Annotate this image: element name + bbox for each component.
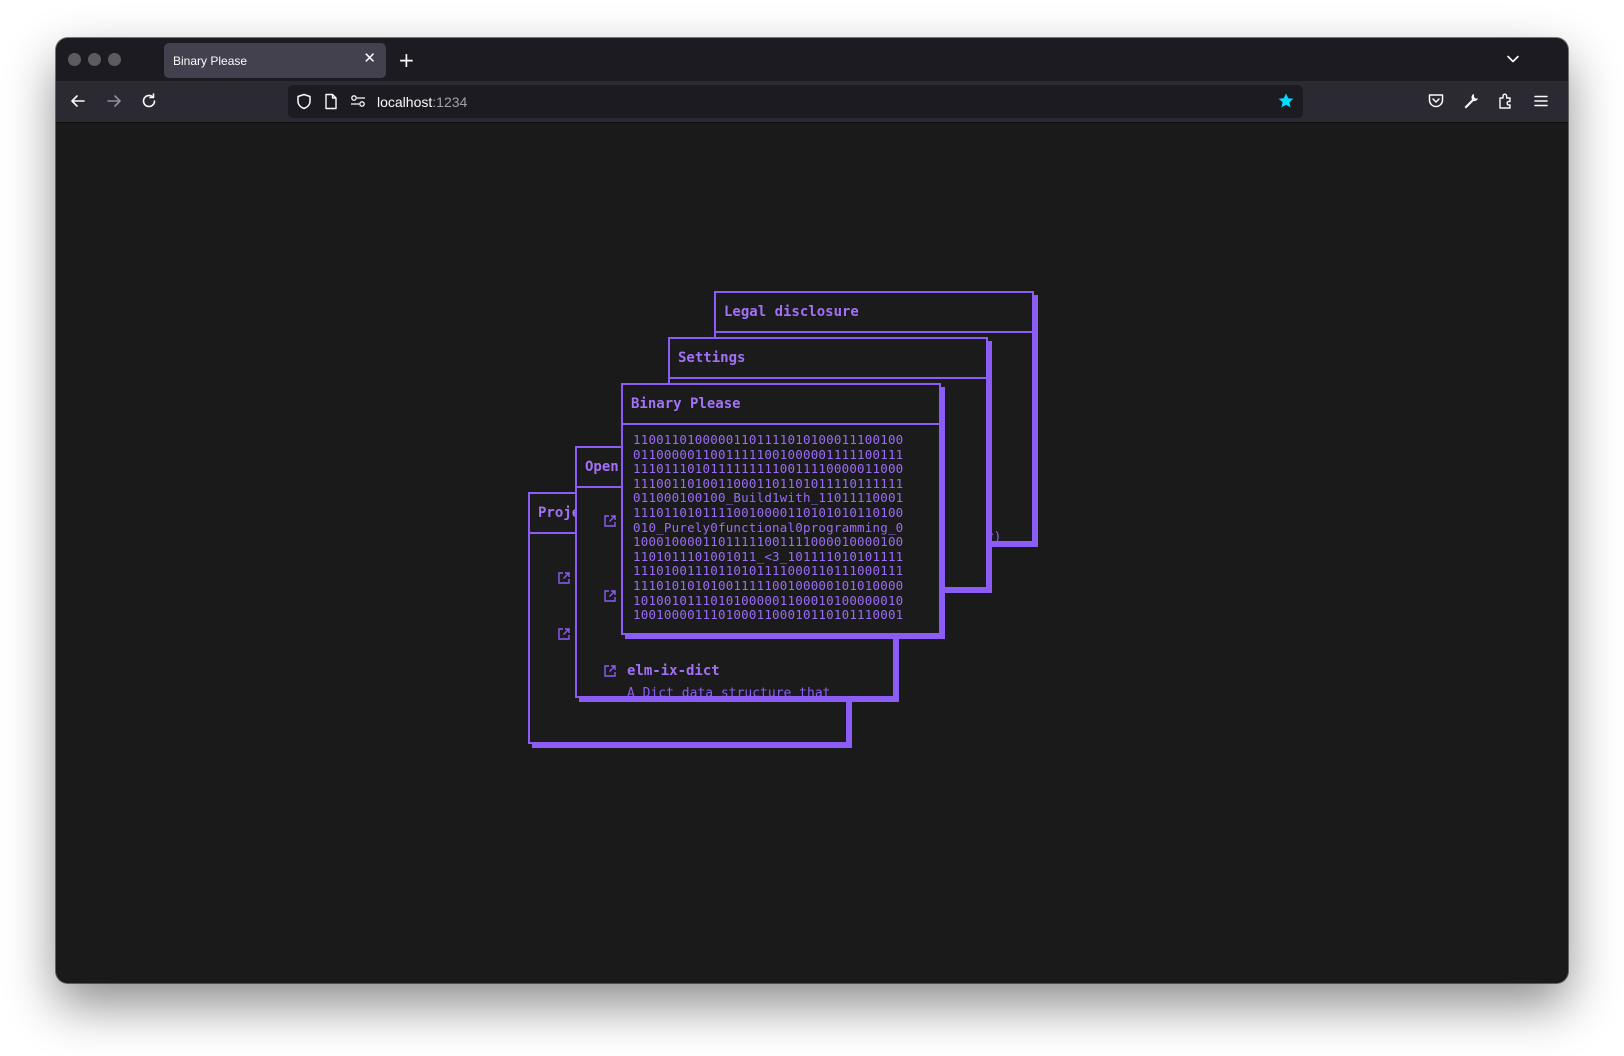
tab-strip: Binary Please ✕ +: [56, 38, 1568, 81]
binary-line: 010_Purely0functional0programming_0: [633, 519, 904, 535]
legal-disclosure-window-title: Legal disclosure: [724, 304, 859, 320]
external-link-icon[interactable]: [603, 589, 617, 603]
page-content: Projects Open source elm-ix-dict: [56, 123, 1568, 983]
settings-window-header[interactable]: Settings: [670, 339, 986, 379]
tab-binary-please[interactable]: Binary Please ✕: [164, 43, 386, 78]
binary-please-window-header[interactable]: Binary Please: [623, 385, 939, 425]
binary-line: 11001101000001101111010100011100100: [633, 432, 904, 447]
binary-please-window-title: Binary Please: [631, 396, 741, 412]
binary-line: 1101011101001011_<3_101111010101111: [633, 548, 904, 564]
binary-line: 11101001110110101111000110111000111: [633, 563, 904, 579]
hamburger-menu-icon[interactable]: [1532, 92, 1550, 110]
extensions-puzzle-icon[interactable]: [1497, 92, 1515, 110]
project-name-link[interactable]: elm-ix-dict: [627, 663, 720, 679]
new-tab-icon[interactable]: +: [398, 50, 415, 70]
binary-line: 10001000011011111001111000010000100: [633, 534, 904, 550]
browser-window: Binary Please ✕ + localhost:1234 Project…: [56, 38, 1568, 983]
close-window-button[interactable]: [68, 53, 81, 66]
url-text[interactable]: localhost:1234: [377, 94, 467, 110]
binary-please-window[interactable]: Binary Please 11001101000001101111010100…: [621, 383, 941, 635]
binary-line: 11101101011110010000110101010110100: [633, 504, 904, 520]
external-link-icon[interactable]: [557, 571, 571, 585]
binary-line: 11101110101111111110011110000011000: [633, 461, 904, 477]
binary-line: 01100000110011111001000001111100111: [633, 446, 904, 462]
address-bar[interactable]: localhost:1234: [288, 85, 1303, 118]
tab-title: Binary Please: [173, 54, 248, 68]
zoom-window-button[interactable]: [108, 53, 121, 66]
page-document-icon[interactable]: [324, 93, 338, 110]
project-description: A Dict data structure that: [627, 686, 831, 698]
close-tab-icon[interactable]: ✕: [363, 51, 376, 66]
forward-arrow-icon[interactable]: [105, 92, 123, 110]
reload-icon[interactable]: [140, 92, 158, 110]
pocket-icon[interactable]: [1427, 92, 1445, 110]
settings-window-title: Settings: [678, 350, 746, 366]
permissions-icon[interactable]: [350, 93, 366, 109]
binary-line: 11100110100110001101101011110111111: [633, 475, 904, 491]
external-link-icon[interactable]: [557, 627, 571, 641]
binary-text-block: 11001101000001101111010100011100100 01100…: [633, 432, 904, 623]
tracking-protection-shield-icon[interactable]: [296, 93, 312, 110]
back-arrow-icon[interactable]: [69, 92, 87, 110]
binary-line: 11101010101001111100100000101010000: [633, 577, 904, 593]
binary-line: 011000100100_Build1with_11011110001: [633, 490, 904, 506]
binary-line: 10100101110101000001100010100000010: [633, 592, 904, 608]
url-host: localhost: [377, 94, 433, 110]
bookmark-star-icon[interactable]: [1277, 92, 1295, 110]
url-port: :1234: [432, 94, 468, 110]
chevron-down-icon[interactable]: [1506, 52, 1520, 66]
external-link-icon[interactable]: [603, 664, 617, 678]
legal-disclosure-window-header[interactable]: Legal disclosure: [716, 293, 1032, 333]
minimize-window-button[interactable]: [88, 53, 101, 66]
external-link-icon[interactable]: [603, 514, 617, 528]
wrench-icon[interactable]: [1462, 92, 1480, 110]
navigation-toolbar: localhost:1234: [56, 81, 1568, 123]
binary-line: 10010000111010001100010110101110001: [633, 607, 904, 623]
